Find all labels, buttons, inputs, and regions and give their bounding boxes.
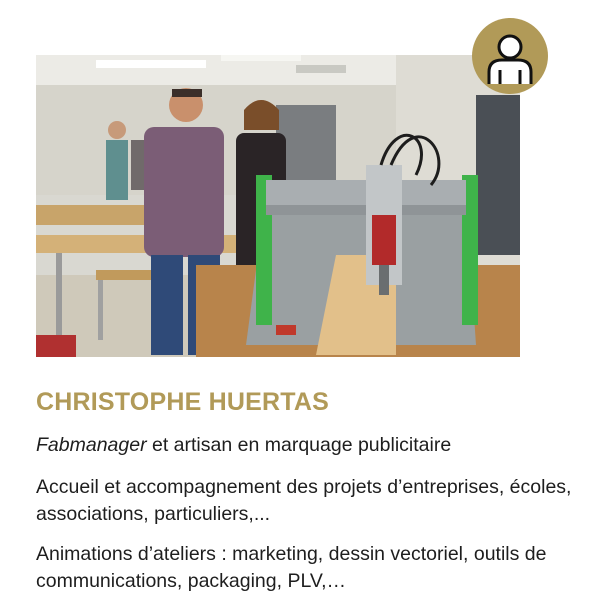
person-role: Fabmanager et artisan en marquage public… — [36, 432, 596, 459]
person-name: CHRISTOPHE HUERTAS — [36, 388, 329, 416]
role-text: et artisan en marquage publicitaire — [146, 434, 452, 456]
description-workshops: Animations d’ateliers : marketing, dessi… — [36, 543, 547, 592]
role-emphasis: Fabmanager — [36, 434, 147, 456]
person-icon — [472, 18, 548, 94]
workshop-photo — [36, 55, 520, 357]
description-services: Accueil et accompagnement des projets d’… — [36, 476, 572, 525]
